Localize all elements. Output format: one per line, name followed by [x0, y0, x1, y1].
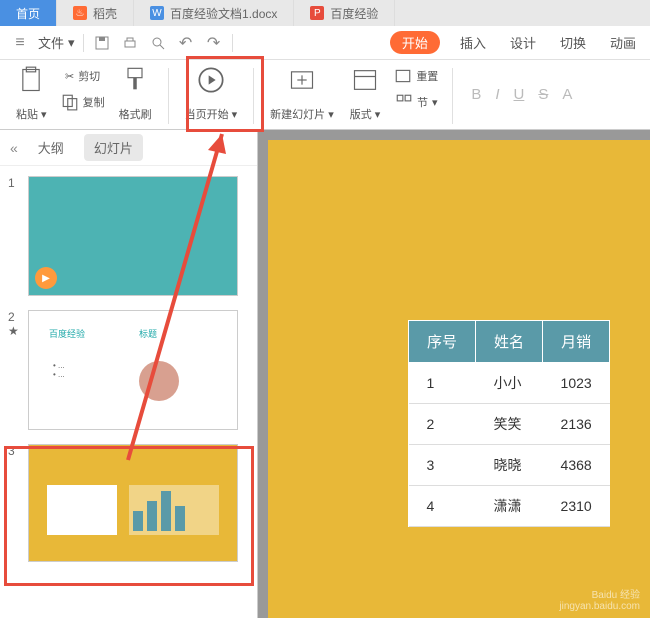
- quick-toolbar: ≡ 文件▾ ↶ ↷ 开始 插入 设计 切换 动画: [0, 26, 650, 60]
- ppt-icon: P: [310, 6, 324, 20]
- table-header: 月销: [543, 321, 610, 363]
- workspace: « 大纲 幻灯片 1 ▶ 2★ 百度经验 标题 • ...• ...: [0, 130, 650, 618]
- thumb-number: 2★: [8, 310, 20, 338]
- copy-icon: [61, 93, 79, 111]
- menu-design[interactable]: 设计: [506, 31, 540, 54]
- slide-thumbnail-2[interactable]: 百度经验 标题 • ...• ...: [28, 310, 238, 430]
- save-icon[interactable]: [92, 33, 112, 53]
- file-menu[interactable]: 文件▾: [38, 33, 75, 52]
- collapse-icon[interactable]: «: [10, 140, 18, 156]
- preview-icon[interactable]: [148, 33, 168, 53]
- play-icon: ▶: [35, 267, 57, 289]
- layout-icon: [351, 66, 379, 94]
- current-slide: 序号 姓名 月销 1小小1023 2笑笑2136 3晓晓4368 4潇潇2310: [268, 140, 650, 618]
- tab-home[interactable]: 首页: [0, 0, 57, 26]
- tab-ppt[interactable]: P百度经验: [294, 0, 395, 26]
- new-slide-icon: [288, 66, 316, 94]
- thumb-number: 1: [8, 176, 20, 190]
- menu-transition[interactable]: 切换: [556, 31, 590, 54]
- play-circle-icon: [197, 66, 225, 94]
- format-painter-button[interactable]: 格式刷: [113, 64, 158, 124]
- section-icon: [395, 93, 413, 111]
- slideshow-from-current-button[interactable]: 当页开始 ▾: [179, 64, 244, 124]
- italic-button[interactable]: I: [495, 86, 499, 103]
- menu-icon[interactable]: ≡: [10, 33, 30, 53]
- table-header: 序号: [409, 321, 476, 363]
- data-table: 序号 姓名 月销 1小小1023 2笑笑2136 3晓晓4368 4潇潇2310: [408, 320, 610, 527]
- ribbon: 粘贴 ▾ ✂剪切 复制 格式刷 当页开始 ▾ 新建幻灯片 ▾ 版式 ▾ 重置 节…: [0, 60, 650, 130]
- strike-button[interactable]: S: [538, 86, 548, 103]
- slide-thumbnail-1[interactable]: ▶: [28, 176, 238, 296]
- chevron-down-icon: ▾: [68, 35, 75, 51]
- table-row: 1小小1023: [409, 363, 610, 404]
- slide-thumbnail-3[interactable]: [28, 444, 238, 562]
- reset-icon: [394, 67, 412, 85]
- font-a-button[interactable]: A: [562, 86, 572, 103]
- new-slide-button[interactable]: 新建幻灯片 ▾: [264, 64, 340, 124]
- table-row: 2笑笑2136: [409, 404, 610, 445]
- paste-button[interactable]: 粘贴 ▾: [10, 64, 53, 124]
- table-row: 4潇潇2310: [409, 486, 610, 527]
- section-button[interactable]: 节 ▾: [390, 90, 442, 114]
- fire-icon: ♨: [73, 6, 87, 20]
- word-icon: W: [150, 6, 164, 20]
- menu-animation[interactable]: 动画: [606, 31, 640, 54]
- tab-doc[interactable]: W百度经验文档1.docx: [134, 0, 294, 26]
- menu-start[interactable]: 开始: [390, 31, 440, 54]
- tab-daoke[interactable]: ♨稻壳: [57, 0, 134, 26]
- slide-panel: « 大纲 幻灯片 1 ▶ 2★ 百度经验 标题 • ...• ...: [0, 130, 258, 618]
- table-header: 姓名: [476, 321, 543, 363]
- document-tabs: 首页 ♨稻壳 W百度经验文档1.docx P百度经验: [0, 0, 650, 26]
- scissors-icon: ✂: [65, 70, 74, 83]
- print-icon[interactable]: [120, 33, 140, 53]
- menu-insert[interactable]: 插入: [456, 31, 490, 54]
- thumb-number: 3: [8, 444, 20, 458]
- copy-button[interactable]: 复制: [57, 90, 109, 114]
- reset-button[interactable]: 重置: [390, 64, 442, 88]
- slide-canvas[interactable]: 序号 姓名 月销 1小小1023 2笑笑2136 3晓晓4368 4潇潇2310…: [258, 130, 650, 618]
- cut-button[interactable]: ✂剪切: [57, 64, 109, 88]
- brush-icon: [121, 66, 149, 94]
- undo-icon[interactable]: ↶: [176, 33, 196, 53]
- redo-icon[interactable]: ↷: [204, 33, 224, 53]
- slides-tab[interactable]: 幻灯片: [84, 134, 143, 161]
- outline-tab[interactable]: 大纲: [28, 134, 74, 161]
- underline-button[interactable]: U: [514, 86, 525, 103]
- bold-button[interactable]: B: [471, 86, 481, 103]
- clipboard-icon: [17, 66, 45, 94]
- watermark: Baidu 经验 jingyan.baidu.com: [559, 586, 640, 612]
- layout-button[interactable]: 版式 ▾: [344, 64, 387, 124]
- table-row: 3晓晓4368: [409, 445, 610, 486]
